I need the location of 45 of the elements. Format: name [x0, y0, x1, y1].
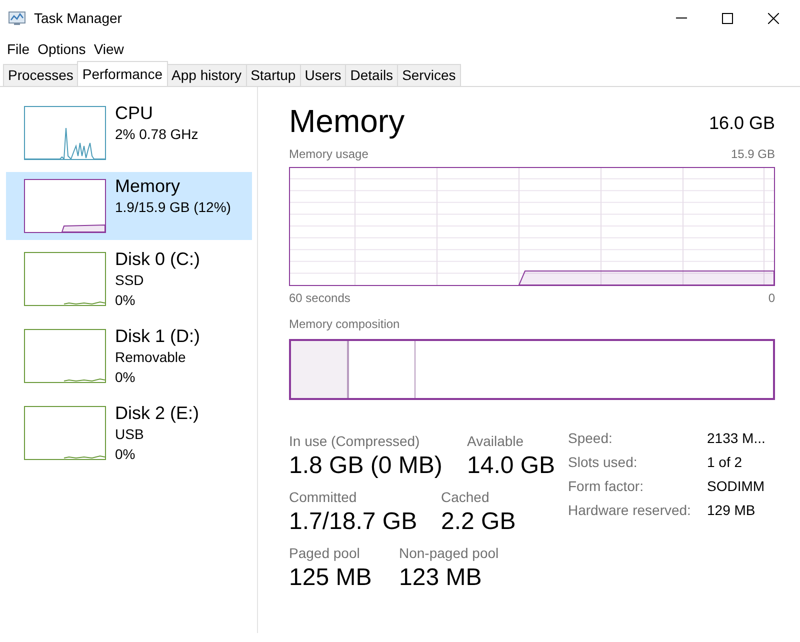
- chart-label: Memory composition: [289, 316, 401, 333]
- stat-label: Non-paged pool: [399, 544, 499, 562]
- menu-item[interactable]: File: [4, 38, 33, 60]
- menu-item[interactable]: View: [90, 38, 127, 60]
- property-label: Speed:: [568, 429, 614, 448]
- tab[interactable]: Users: [300, 64, 346, 86]
- stat-label: Committed: [289, 488, 357, 506]
- stat-value: 125 MB: [289, 563, 372, 593]
- section-title: Memory: [289, 102, 405, 141]
- property-value: 129 MB: [707, 501, 756, 520]
- tab[interactable]: Details: [345, 64, 398, 86]
- stat-label: Available: [467, 432, 524, 450]
- close-icon: [768, 12, 778, 24]
- axis-label: 15.9 GB: [730, 146, 775, 163]
- property-label: Slots used:: [568, 453, 638, 472]
- stat-value: 123 MB: [399, 563, 482, 593]
- tab[interactable]: App history: [166, 64, 247, 86]
- sidebar-item[interactable]: CPU 2% 0.78 GHz: [6, 99, 252, 167]
- property-value: 2133 M...: [707, 429, 766, 448]
- axis-label: 60 seconds: [289, 290, 350, 307]
- stat-value: 1.7/18.7 GB: [289, 507, 418, 537]
- total-memory: 16.0 GB: [708, 112, 775, 135]
- tab[interactable]: Processes: [3, 64, 78, 86]
- axis-label: 0: [768, 290, 775, 307]
- menu-item[interactable]: Options: [34, 38, 89, 60]
- chart-label: Memory usage: [289, 146, 368, 163]
- property-label: Hardware reserved:: [568, 501, 692, 520]
- stat-value: 1.8 GB (0 MB): [289, 451, 442, 481]
- sidebar-item[interactable]: Disk 1 (D:) Removable 0%: [6, 322, 252, 394]
- stat-label: In use (Compressed): [289, 432, 420, 450]
- sidebar-item[interactable]: Disk 0 (C:) SSD 0%: [6, 245, 252, 317]
- stat-value: 2.2 GB: [441, 507, 516, 537]
- maximize-icon: [722, 12, 732, 24]
- sidebar-item[interactable]: Memory 1.9/15.9 GB (12%): [6, 172, 252, 240]
- property-label: Form factor:: [568, 477, 644, 496]
- tab[interactable]: Services: [397, 64, 461, 86]
- stat-label: Cached: [441, 488, 490, 506]
- window-title: Task Manager: [34, 8, 122, 28]
- stat-value: 14.0 GB: [467, 451, 556, 481]
- sidebar-item[interactable]: Disk 2 (E:) USB 0%: [6, 399, 252, 471]
- app-icon: [8, 10, 26, 26]
- property-value: 1 of 2: [707, 453, 742, 472]
- property-value: SODIMM: [707, 477, 765, 496]
- tab[interactable]: Startup: [246, 64, 301, 86]
- stat-label: Paged pool: [289, 544, 360, 562]
